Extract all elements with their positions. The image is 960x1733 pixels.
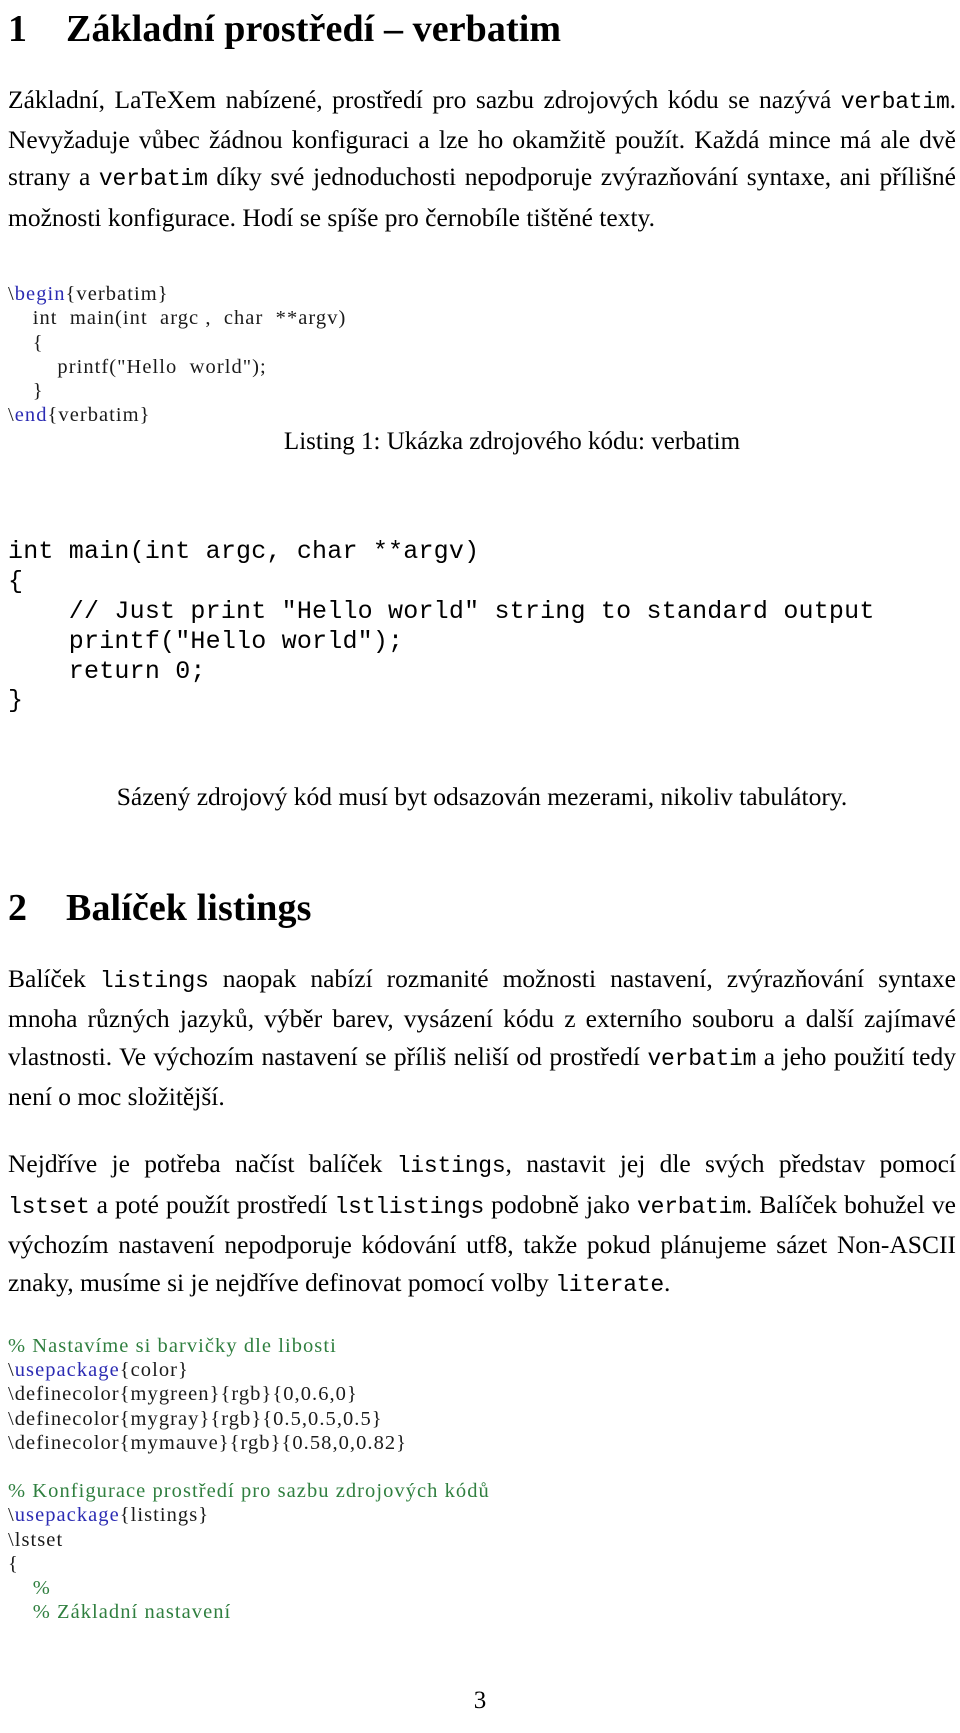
para-text: . <box>664 1267 671 1297</box>
code-line: \definecolor{mygray}{rgb}{0.5,0.5,0.5} <box>8 1408 383 1430</box>
code-line: { <box>8 332 44 354</box>
verbatim-output-block: int main(int argc, char **argv) { // Jus… <box>8 537 875 716</box>
tex-comment: % Konfigurace prostředí pro sazbu zdrojo… <box>8 1480 490 1503</box>
section-1-title: Základní prostředí – verbatim <box>66 8 562 50</box>
section-2-title: Balíček listings <box>66 887 312 930</box>
inline-code-literate: literate <box>555 1271 665 1298</box>
tex-keyword: usepackage <box>14 1359 120 1382</box>
para-text: a poté použít prostředí <box>89 1189 335 1219</box>
code-line: \lstset <box>8 1529 63 1551</box>
section-2-heading: 2 Balíček listings <box>8 887 956 930</box>
code-line: % <box>8 1577 51 1599</box>
inline-code-verbatim: verbatim <box>636 1193 746 1220</box>
section-2-paragraph-1: Balíček listings naopak nabízí rozmanité… <box>8 960 956 1116</box>
para-text: , nastavit jej dle svých představ pomocí <box>505 1149 957 1179</box>
para-text: Balíček <box>8 963 100 993</box>
code-line: % Nastavíme si barvičky dle libosti <box>8 1335 337 1357</box>
code-line: \definecolor{mygreen}{rgb}{0,0.6,0} <box>8 1383 358 1405</box>
para-text: Nejdříve je potřeba načíst balíček <box>8 1149 397 1179</box>
tex-plain: {verbatim} <box>65 283 169 306</box>
inline-code-verbatim: verbatim <box>647 1045 757 1072</box>
code-line: \end{verbatim} <box>8 404 151 426</box>
tex-plain: \definecolor{mygreen}{rgb}{0,0.6,0} <box>8 1383 358 1406</box>
tex-keyword: usepackage <box>14 1504 120 1527</box>
tex-keyword: end <box>14 404 48 427</box>
listing-1-caption: Listing 1: Ukázka zdrojového kódu: verba… <box>283 428 741 456</box>
page-number: 3 <box>473 1687 487 1714</box>
inline-code-verbatim: verbatim <box>840 88 950 115</box>
tex-plain: {color} <box>119 1359 189 1382</box>
section-2-paragraph-2: Nejdříve je potřeba načíst balíček listi… <box>8 1145 956 1304</box>
para-text: Základní, LaTeXem nabízené, prostředí pr… <box>8 84 841 114</box>
section-1-number: 1 <box>8 8 28 50</box>
section-1-heading: 1 Základní prostředí – verbatim <box>8 0 956 51</box>
code-line: int main(int argc , char **argv) <box>8 307 346 329</box>
document-page: 1 Základní prostředí – verbatim Základní… <box>0 0 960 1733</box>
tex-source-listing-2: % Nastavíme si barvičky dle libosti \use… <box>8 1334 956 1624</box>
inline-code-verbatim: verbatim <box>98 166 208 193</box>
tex-plain: \definecolor{mygray}{rgb}{0.5,0.5,0.5} <box>8 1407 383 1430</box>
code-line: } <box>8 380 44 402</box>
tex-plain: } <box>8 379 44 402</box>
code-line: % Základní nastavení <box>8 1601 231 1623</box>
code-line: \definecolor{mymauve}{rgb}{0.58,0,0.82} <box>8 1432 407 1454</box>
tex-plain: { <box>8 1552 19 1575</box>
tex-plain: {verbatim} <box>47 404 151 427</box>
code-line: printf("Hello world"); <box>8 356 267 378</box>
tex-plain <box>8 1456 14 1478</box>
tex-comment: % Základní nastavení <box>8 1601 232 1624</box>
code-line: % Konfigurace prostředí pro sazbu zdrojo… <box>8 1480 490 1502</box>
tex-plain: \ <box>8 283 15 306</box>
code-line: \usepackage{color} <box>8 1359 189 1381</box>
code-line: \usepackage{listings} <box>8 1504 209 1526</box>
tex-plain: \ <box>8 404 15 427</box>
tex-plain: {listings} <box>119 1504 210 1527</box>
inline-code-lstset: lstset <box>8 1193 90 1220</box>
tex-plain: { <box>8 331 44 354</box>
code-line <box>8 1456 14 1478</box>
note-after-code: Sázený zdrojový kód musí byt odsazován m… <box>116 782 848 812</box>
tex-comment: % <box>8 1577 51 1599</box>
inline-code-listings: listings <box>99 967 209 994</box>
code-line: \begin{verbatim} <box>8 283 169 305</box>
tex-source-listing-1: \begin{verbatim} int main(int argc , cha… <box>8 282 956 427</box>
page-content: 1 Základní prostředí – verbatim Základní… <box>8 0 956 1624</box>
section-2-number: 2 <box>8 887 28 930</box>
section-1-paragraph: Základní, LaTeXem nabízené, prostředí pr… <box>8 81 956 237</box>
tex-keyword: begin <box>14 283 66 306</box>
tex-plain: \ <box>8 1359 15 1382</box>
tex-plain: \ <box>8 1504 15 1527</box>
tex-plain: printf("Hello world"); <box>8 355 267 378</box>
tex-comment: % Nastavíme si barvičky dle libosti <box>8 1334 337 1357</box>
para-text: podobně jako <box>484 1189 637 1219</box>
inline-code-lstlistings: lstlistings <box>334 1193 485 1220</box>
inline-code-listings: listings <box>396 1153 506 1180</box>
tex-plain: \lstset <box>8 1528 64 1551</box>
tex-plain: \definecolor{mymauve}{rgb}{0.58,0,0.82} <box>8 1431 408 1454</box>
code-line: { <box>8 1553 19 1575</box>
tex-plain: int main(int argc , char **argv) <box>8 307 347 330</box>
